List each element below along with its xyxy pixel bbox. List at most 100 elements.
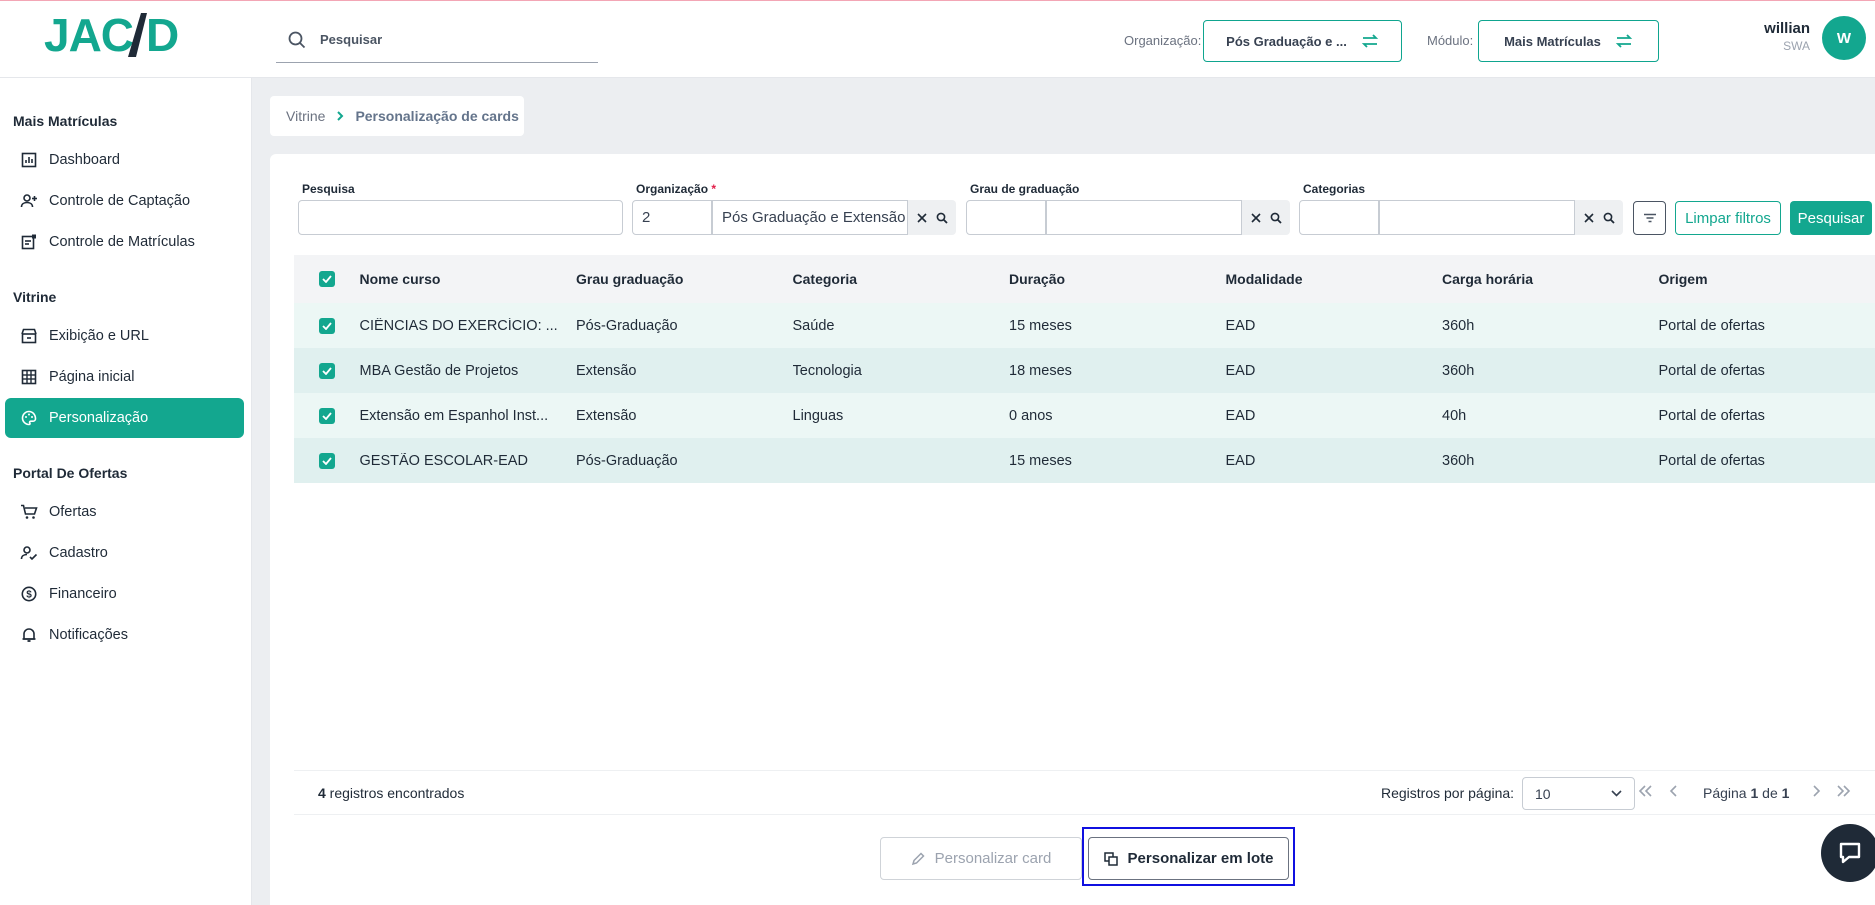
section-mais-matriculas: Mais Matrículas	[13, 113, 118, 129]
close-icon[interactable]	[1583, 212, 1594, 223]
filter-grau-label: Grau de graduação	[970, 182, 1080, 196]
advanced-filter-button[interactable]	[1633, 201, 1666, 235]
sidebar-item-label: Dashboard	[49, 152, 120, 168]
filter-org-code[interactable]: 2	[632, 200, 712, 235]
module-switch-button[interactable]: Mais Matrículas	[1478, 20, 1659, 62]
sidebar-item-dashboard[interactable]: Dashboard	[5, 140, 244, 180]
avatar[interactable]: W	[1822, 16, 1866, 60]
filter-icon	[1643, 213, 1656, 223]
sidebar-item-label: Personalização	[49, 410, 149, 426]
courses-table: Nome curso Grau graduação Categoria Dura…	[294, 255, 1875, 483]
palette-icon	[21, 410, 37, 426]
cell-modalidade: EAD	[1225, 452, 1256, 469]
row-checkbox[interactable]	[318, 317, 335, 334]
col-duracao[interactable]: Duração	[1009, 271, 1226, 287]
cell-duracao: 15 meses	[1009, 452, 1072, 469]
table-row[interactable]: CIÊNCIAS DO EXERCÍCIO: ... Pós-Graduação…	[294, 303, 1875, 348]
check-icon	[322, 275, 332, 283]
user-check-icon	[20, 546, 38, 561]
sidebar-item-label: Ofertas	[49, 504, 97, 520]
customize-card-button[interactable]: Personalizar card	[880, 837, 1082, 880]
table-row[interactable]: GESTÃO ESCOLAR-EAD Pós-Graduação 15 mese…	[294, 438, 1875, 483]
section-portal-ofertas: Portal De Ofertas	[13, 465, 128, 481]
filter-org-name[interactable]: Pós Graduação e Extensão	[712, 200, 908, 235]
search-icon[interactable]	[1270, 212, 1282, 224]
sidebar-item-ofertas[interactable]: Ofertas	[5, 492, 244, 532]
row-checkbox[interactable]	[318, 362, 335, 379]
clear-filters-button[interactable]: Limpar filtros	[1675, 201, 1781, 235]
filter-cat-code[interactable]	[1299, 200, 1379, 235]
user-role: SWA	[1783, 39, 1810, 53]
cell-modalidade: EAD	[1225, 362, 1256, 379]
sidebar-item-controle-matriculas[interactable]: Controle de Matrículas	[5, 222, 244, 262]
global-search[interactable]: Pesquisar	[276, 17, 598, 63]
per-page-select[interactable]: 10	[1522, 777, 1635, 810]
table-row[interactable]: MBA Gestão de Projetos Extensão Tecnolog…	[294, 348, 1875, 393]
col-modalidade[interactable]: Modalidade	[1226, 271, 1443, 287]
records-count: 4 registros encontrados	[318, 784, 465, 801]
sidebar-item-label: Notificações	[49, 627, 128, 643]
chat-widget-button[interactable]	[1821, 824, 1875, 882]
svg-text:$: $	[26, 590, 32, 601]
filter-org-label: Organização *	[636, 182, 717, 196]
sidebar-item-financeiro[interactable]: $ Financeiro	[5, 574, 244, 614]
cell-categoria: Saúde	[792, 317, 835, 334]
cell-grau: Pós-Graduação	[576, 452, 678, 469]
jacad-logo[interactable]: JAC D	[44, 7, 214, 65]
prev-page-icon[interactable]	[1669, 785, 1679, 797]
chat-icon	[1839, 842, 1861, 864]
sidebar-item-notificacoes[interactable]: Notificações	[5, 615, 244, 655]
org-label: Organização:	[1124, 33, 1202, 48]
sidebar-item-controle-captacao[interactable]: Controle de Captação	[5, 181, 244, 221]
cell-modalidade: EAD	[1225, 407, 1256, 424]
row-checkbox[interactable]	[318, 407, 335, 424]
select-all-checkbox[interactable]	[318, 271, 335, 287]
org-switch-button[interactable]: Pós Graduação e ...	[1203, 20, 1402, 62]
first-page-icon[interactable]	[1637, 785, 1653, 797]
pencil-icon	[911, 851, 925, 865]
sidebar-item-exibicao-url[interactable]: Exibição e URL	[5, 316, 244, 356]
store-icon	[21, 328, 37, 344]
check-icon	[322, 366, 332, 375]
filter-cat-name[interactable]	[1379, 200, 1575, 235]
close-icon[interactable]	[916, 212, 927, 223]
cell-duracao: 18 meses	[1009, 362, 1072, 379]
per-page-value: 10	[1535, 785, 1551, 802]
sidebar-item-pagina-inicial[interactable]: Página inicial	[5, 357, 244, 397]
col-origem[interactable]: Origem	[1659, 271, 1875, 287]
col-carga-horaria[interactable]: Carga horária	[1442, 271, 1659, 287]
org-value: Pós Graduação e ...	[1226, 33, 1347, 49]
search-icon[interactable]	[936, 212, 948, 224]
search-icon[interactable]	[1603, 212, 1615, 224]
check-icon	[322, 456, 332, 465]
module-value: Mais Matrículas	[1504, 33, 1601, 49]
col-grau-graduacao[interactable]: Grau graduação	[576, 271, 793, 287]
user-info[interactable]: willian SWA	[1728, 20, 1810, 53]
next-page-icon[interactable]	[1811, 785, 1821, 797]
filter-search-input[interactable]	[298, 200, 623, 235]
cell-carga: 360h	[1442, 362, 1475, 379]
cell-nome: MBA Gestão de Projetos	[359, 362, 519, 379]
search-icon	[288, 31, 306, 48]
close-icon[interactable]	[1250, 212, 1261, 223]
cart-icon	[21, 504, 38, 519]
col-categoria[interactable]: Categoria	[793, 271, 1010, 287]
col-nome-curso[interactable]: Nome curso	[360, 271, 577, 287]
filter-grau-name[interactable]	[1046, 200, 1242, 235]
cell-grau: Extensão	[576, 407, 637, 424]
sidebar-item-cadastro[interactable]: Cadastro	[5, 533, 244, 573]
search-button[interactable]: Pesquisar	[1790, 201, 1872, 235]
sidebar-item-personalizacao[interactable]: Personalização	[5, 398, 244, 438]
sidebar: Mais Matrículas Dashboard Controle de Ca…	[0, 78, 252, 905]
table-row[interactable]: Extensão em Espanhol Inst... Extensão Li…	[294, 393, 1875, 438]
cell-carga: 360h	[1442, 317, 1475, 334]
filter-grau-code[interactable]	[966, 200, 1046, 235]
swap-icon	[1361, 34, 1379, 48]
customize-card-label: Personalizar card	[934, 850, 1052, 867]
cell-nome: GESTÃO ESCOLAR-EAD	[359, 452, 528, 469]
per-page-label: Registros por página:	[1381, 784, 1515, 801]
last-page-icon[interactable]	[1836, 785, 1852, 797]
row-checkbox[interactable]	[318, 452, 335, 469]
breadcrumb-parent[interactable]: Vitrine	[286, 108, 325, 124]
app-header: JAC D Pesquisar Organização: Pós Graduaç…	[0, 1, 1875, 78]
